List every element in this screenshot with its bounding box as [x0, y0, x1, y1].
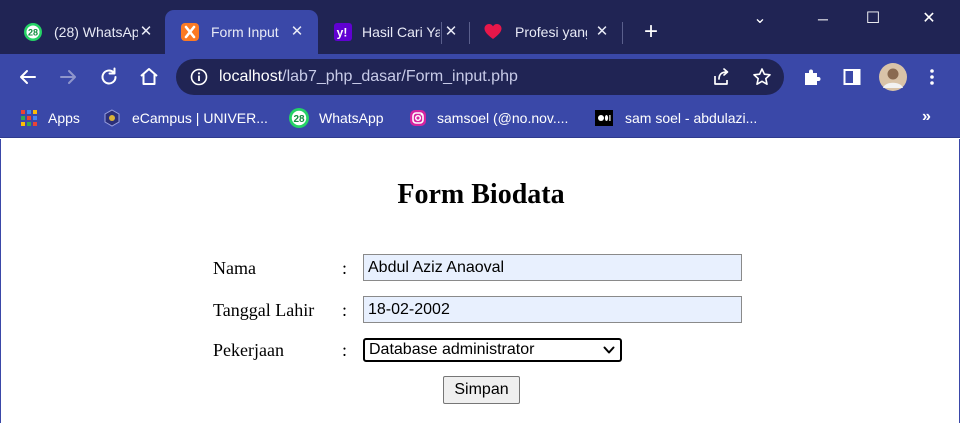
bookmark-label: WhatsApp	[319, 110, 384, 126]
bookmark-badge: 28	[293, 114, 305, 125]
tab-title: Form Input	[211, 24, 279, 40]
share-icon[interactable]	[712, 67, 732, 87]
tab-badge: 28	[28, 28, 38, 38]
field-separator: :	[342, 300, 348, 320]
tab-whatsapp[interactable]: 28 (28) WhatsApp ✕	[8, 10, 163, 54]
instagram-icon	[410, 110, 426, 126]
close-tab-icon[interactable]: ✕	[138, 23, 154, 41]
forward-arrow-icon[interactable]	[56, 65, 80, 89]
page-content: Form Biodata Nama : Abdul Aziz Anaoval T…	[0, 139, 960, 423]
pekerjaan-select[interactable]: Database administrator	[363, 338, 622, 362]
pekerjaan-label: Pekerjaan	[213, 340, 284, 360]
bookmark-medium[interactable]: sam soel - abdulazi...	[595, 108, 757, 128]
bookmark-apps[interactable]: Apps	[20, 108, 80, 128]
tab-strip: 28 (28) WhatsApp ✕ Form Input ✕ y! Hasil…	[0, 0, 960, 54]
svg-text:y!: y!	[337, 26, 348, 40]
apps-grid-icon	[21, 110, 37, 126]
address-bar[interactable]: localhost/lab7_php_dasar/Form_input.php	[176, 59, 784, 95]
more-bookmarks-icon[interactable]: »	[922, 108, 931, 126]
bookmark-label: samsoel (@no.nov....	[437, 110, 569, 126]
more-menu-icon[interactable]	[922, 67, 942, 87]
new-tab-button[interactable]: +	[640, 20, 662, 44]
maximize-button[interactable]: ☐	[848, 0, 898, 38]
bookmark-label: Apps	[48, 110, 80, 126]
bookmark-star-icon[interactable]	[752, 67, 772, 87]
close-tab-icon[interactable]: ✕	[594, 23, 610, 41]
simpan-button[interactable]: Simpan	[443, 376, 520, 404]
bookmark-label: sam soel - abdulazi...	[625, 110, 758, 126]
bookmark-whatsapp[interactable]: 28 WhatsApp	[289, 108, 384, 128]
close-tab-icon[interactable]: ✕	[443, 23, 459, 41]
tab-divider	[469, 22, 470, 44]
window-close-button[interactable]: ✕	[904, 0, 954, 38]
tab-form-input[interactable]: Form Input ✕	[165, 10, 318, 54]
tab-title: Hasil Cari Yahoo	[362, 24, 440, 40]
tab-title: Profesi yang	[515, 24, 587, 40]
pekerjaan-selected-value: Database administrator	[369, 341, 535, 358]
nama-input[interactable]: Abdul Aziz Anaoval	[363, 254, 742, 281]
heart-icon	[484, 24, 502, 39]
university-icon	[104, 109, 120, 127]
site-info-icon[interactable]	[190, 68, 208, 86]
tanggal-lahir-label: Tanggal Lahir	[213, 300, 315, 320]
bookmark-ecampus[interactable]: eCampus | UNIVER...	[103, 108, 268, 128]
url-host: localhost	[219, 68, 283, 85]
extensions-puzzle-icon[interactable]	[802, 67, 822, 87]
field-separator: :	[342, 340, 348, 360]
nama-label: Nama	[213, 258, 256, 278]
home-icon[interactable]	[137, 65, 161, 89]
yahoo-icon: y!	[334, 23, 352, 41]
reload-icon[interactable]	[97, 65, 121, 89]
bookmark-label: eCampus | UNIVER...	[132, 110, 268, 126]
whatsapp-icon: 28	[289, 108, 309, 128]
medium-icon	[595, 110, 613, 126]
field-separator: :	[342, 258, 348, 278]
tanggal-lahir-input[interactable]: 18-02-2002	[363, 296, 742, 323]
bookmark-instagram[interactable]: samsoel (@no.nov....	[409, 108, 568, 128]
minimize-button[interactable]: ─	[798, 0, 848, 38]
tab-divider	[622, 22, 623, 44]
page-title: Form Biodata	[397, 179, 565, 210]
close-tab-icon[interactable]: ✕	[289, 23, 305, 41]
side-panel-icon[interactable]	[842, 67, 862, 87]
chevron-down-icon	[603, 346, 615, 354]
tab-profesi[interactable]: Profesi yang ✕	[472, 10, 620, 54]
tab-title: (28) WhatsApp	[54, 24, 138, 40]
tab-divider	[441, 22, 442, 44]
address-url: localhost/lab7_php_dasar/Form_input.php	[219, 68, 518, 86]
browser-toolbar: localhost/lab7_php_dasar/Form_input.php	[0, 54, 960, 100]
whatsapp-icon: 28	[24, 23, 42, 41]
xampp-icon	[181, 23, 199, 41]
profile-avatar[interactable]	[879, 63, 907, 91]
url-path: /lab7_php_dasar/Form_input.php	[282, 68, 518, 85]
bookmarks-bar: Apps eCampus | UNIVER... 28 WhatsApp sam…	[0, 100, 960, 138]
tab-search-icon[interactable]: ⌄	[735, 0, 785, 38]
back-arrow-icon[interactable]	[16, 65, 40, 89]
